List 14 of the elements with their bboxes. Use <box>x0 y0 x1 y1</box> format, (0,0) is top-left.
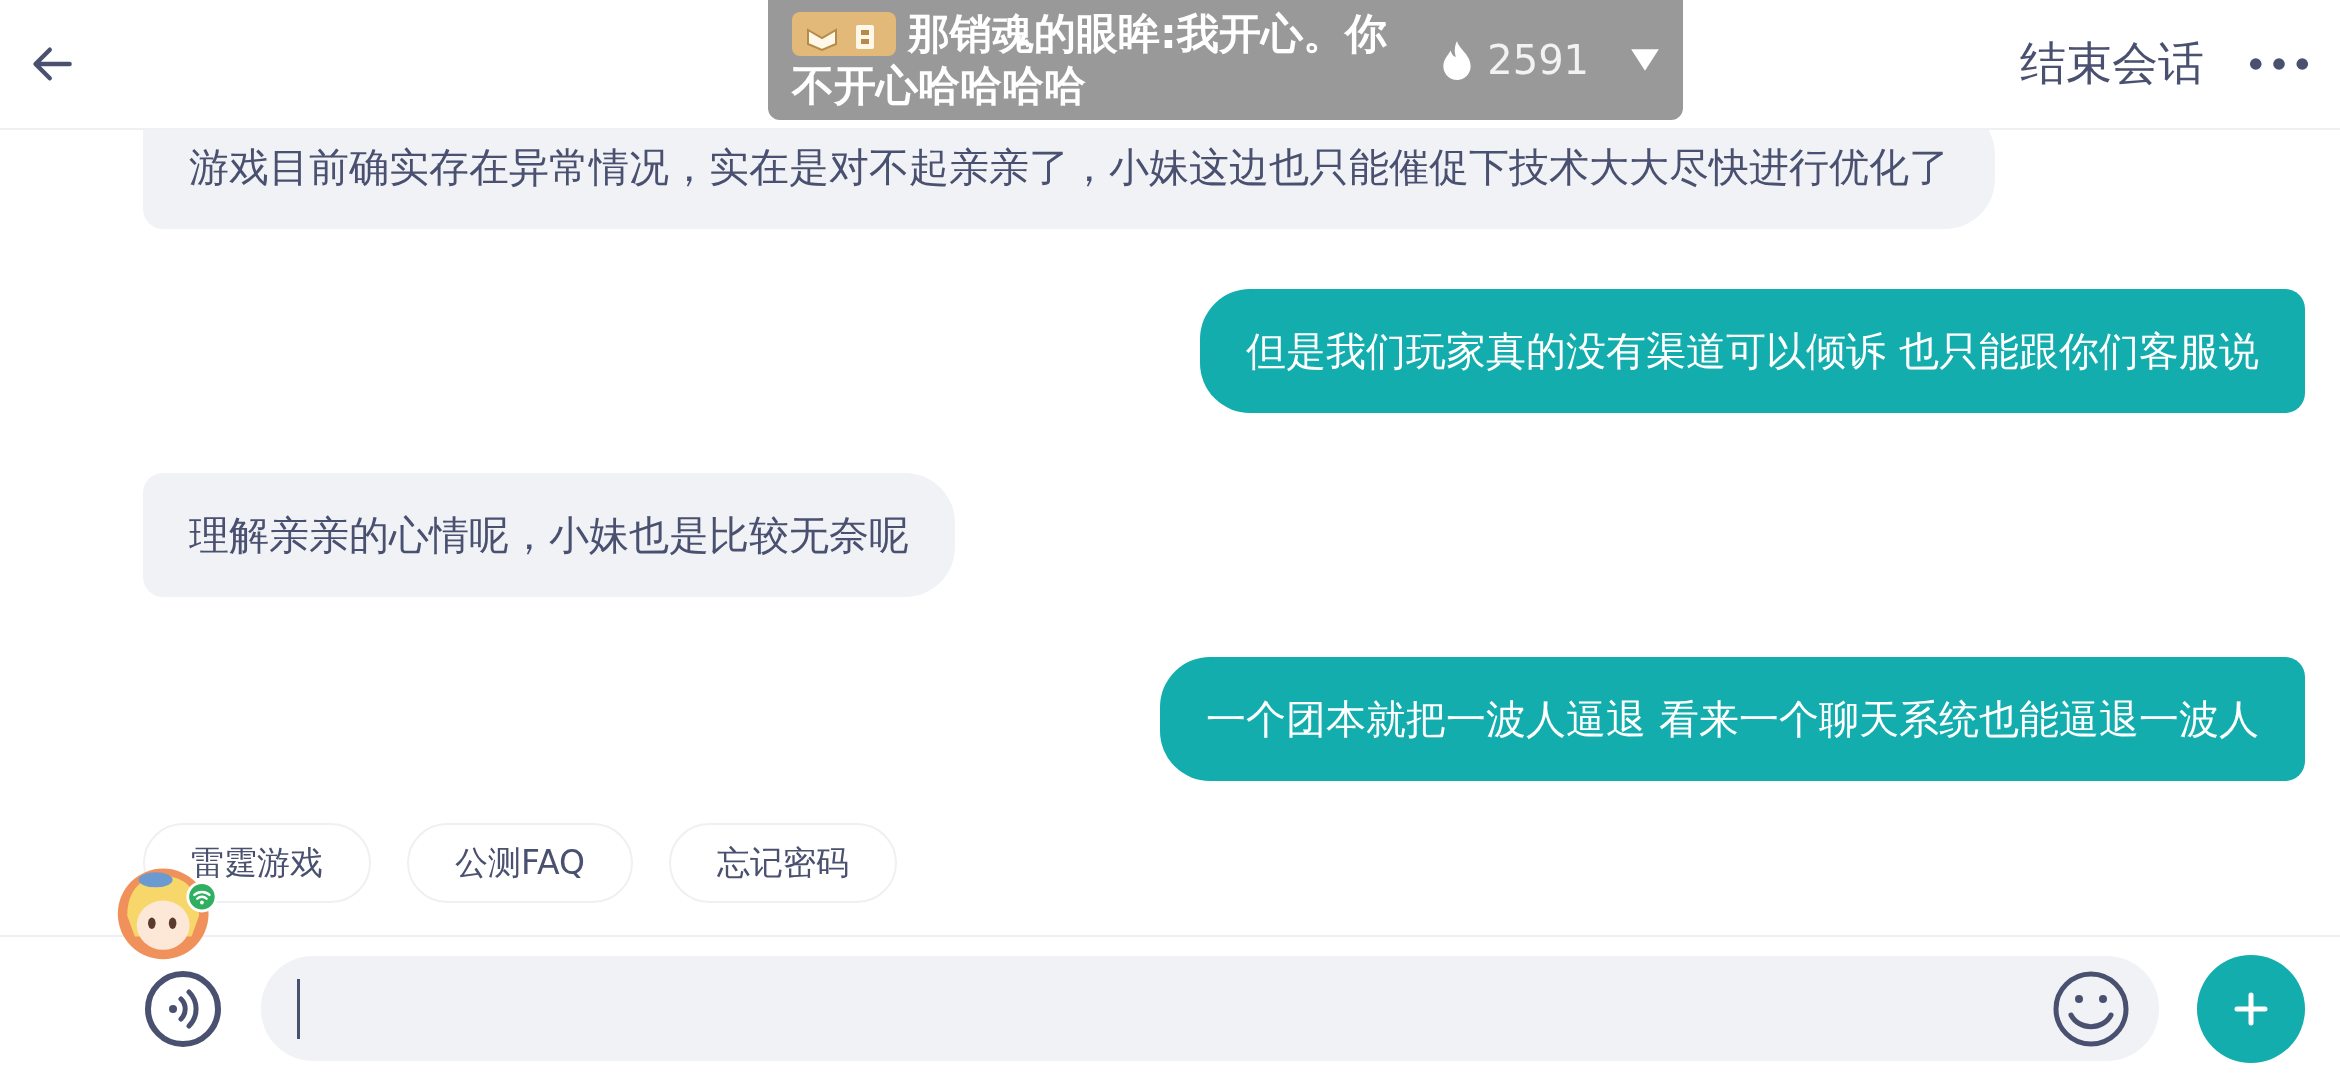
dropdown-icon[interactable] <box>1629 47 1661 73</box>
quick-reply-chip[interactable]: 公测FAQ <box>407 823 633 903</box>
more-icon[interactable] <box>2248 56 2310 72</box>
user-message-bubble: 一个团本就把一波人逼退 看来一个聊天系统也能逼退一波人 <box>1160 657 2305 781</box>
live-comment-text: 那销魂的眼眸:我开心。你 <box>908 8 1387 60</box>
popularity-count: 2591 <box>1487 37 1590 83</box>
live-comment-text: 不开心哈哈哈哈 <box>792 60 1086 112</box>
agent-message-bubble: 游戏目前确实存在异常情况，实在是对不起亲亲了，小妹这边也只能催促下技术大大尽快进行优化了 <box>143 130 1995 229</box>
quick-reply-chip[interactable]: 忘记密码 <box>668 823 897 903</box>
user-message-bubble: 但是我们玩家真的没有渠道可以倾诉 也只能跟你们客服说 <box>1200 289 2305 413</box>
flame-icon <box>1441 39 1474 81</box>
voice-icon[interactable] <box>143 968 223 1049</box>
end-chat-button[interactable]: 结束会话 <box>2020 33 2204 95</box>
agent-message-bubble: 理解亲亲的心情呢，小妹也是比较无奈呢 <box>143 473 955 597</box>
